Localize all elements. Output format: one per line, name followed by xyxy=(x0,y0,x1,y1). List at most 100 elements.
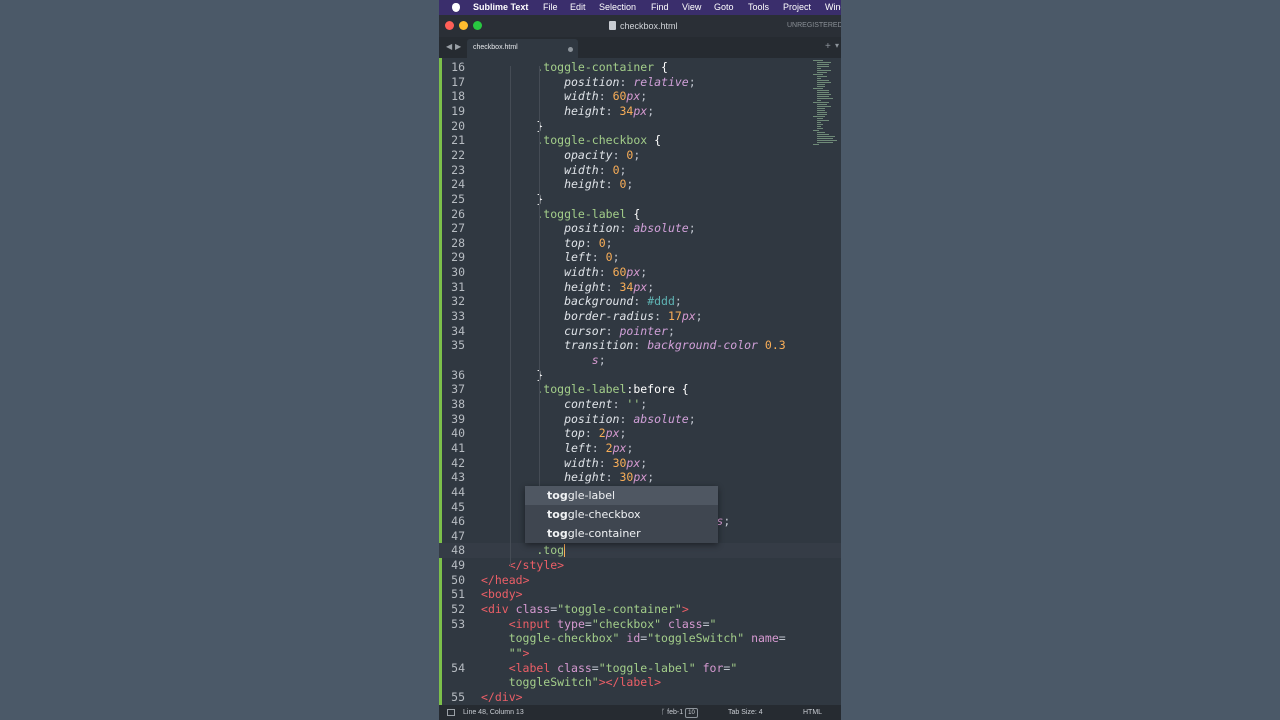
code-text[interactable]: <input type="checkbox" class=" xyxy=(481,617,717,632)
line-number[interactable]: 31 xyxy=(439,280,465,295)
line-number[interactable]: 38 xyxy=(439,397,465,412)
code-text[interactable]: width: 30px; xyxy=(481,456,647,471)
code-line[interactable]: ""> xyxy=(439,646,841,661)
code-text[interactable]: <body> xyxy=(481,587,523,602)
code-text[interactable]: transition: background-color 0.3 xyxy=(481,338,786,353)
code-line[interactable]: 53 <input type="checkbox" class=" xyxy=(439,617,841,632)
code-text[interactable]: ""> xyxy=(481,646,530,661)
unsaved-dot-icon[interactable] xyxy=(568,47,573,52)
code-text[interactable]: } xyxy=(481,368,543,383)
code-text[interactable]: content: ''; xyxy=(481,397,647,412)
code-text[interactable]: position: absolute; xyxy=(481,412,696,427)
code-line[interactable]: 49 </style> xyxy=(439,558,841,573)
autocomplete-item[interactable]: toggle-checkbox xyxy=(525,505,718,524)
code-line[interactable]: 36 } xyxy=(439,368,841,383)
line-number[interactable]: 39 xyxy=(439,412,465,427)
line-number[interactable]: 49 xyxy=(439,558,465,573)
menu-window[interactable]: Wind xyxy=(825,0,841,15)
line-number[interactable]: 42 xyxy=(439,456,465,471)
panel-toggle-icon[interactable] xyxy=(447,709,455,716)
code-line[interactable]: 24 height: 0; xyxy=(439,177,841,192)
line-number[interactable]: 51 xyxy=(439,587,465,602)
code-text[interactable]: toggleSwitch"></label> xyxy=(481,675,661,690)
code-line[interactable]: 26 .toggle-label { xyxy=(439,207,841,222)
line-number[interactable]: 46 xyxy=(439,514,465,529)
line-number[interactable]: 45 xyxy=(439,500,465,515)
code-text[interactable]: height: 30px; xyxy=(481,470,654,485)
code-text[interactable]: width: 0; xyxy=(481,163,626,178)
code-line[interactable]: 54 <label class="toggle-label" for=" xyxy=(439,661,841,676)
code-text[interactable]: .toggle-checkbox { xyxy=(481,133,661,148)
line-number[interactable]: 50 xyxy=(439,573,465,588)
code-text[interactable]: border-radius: 17px; xyxy=(481,309,703,324)
code-line[interactable]: 38 content: ''; xyxy=(439,397,841,412)
code-line[interactable]: 35 transition: background-color 0.3 xyxy=(439,338,841,353)
code-line[interactable]: 18 width: 60px; xyxy=(439,89,841,104)
line-number[interactable]: 18 xyxy=(439,89,465,104)
line-number[interactable]: 41 xyxy=(439,441,465,456)
code-line[interactable]: 34 cursor: pointer; xyxy=(439,324,841,339)
code-line[interactable]: 51 <body> xyxy=(439,587,841,602)
code-line[interactable]: 40 top: 2px; xyxy=(439,426,841,441)
code-text[interactable]: .tog xyxy=(481,543,566,558)
menu-goto[interactable]: Goto xyxy=(714,0,734,15)
line-number[interactable]: 53 xyxy=(439,617,465,632)
autocomplete-item[interactable]: toggle-label xyxy=(525,486,718,505)
menu-file[interactable]: File xyxy=(543,0,558,15)
menu-app-name[interactable]: Sublime Text xyxy=(473,0,528,15)
code-text[interactable]: left: 2px; xyxy=(481,441,633,456)
menu-find[interactable]: Find xyxy=(651,0,669,15)
line-number[interactable]: 33 xyxy=(439,309,465,324)
line-number[interactable]: 52 xyxy=(439,602,465,617)
line-number[interactable]: 43 xyxy=(439,470,465,485)
code-text[interactable]: top: 0; xyxy=(481,236,613,251)
line-number[interactable]: 30 xyxy=(439,265,465,280)
code-line[interactable]: 23 width: 0; xyxy=(439,163,841,178)
line-number[interactable]: 24 xyxy=(439,177,465,192)
line-number[interactable]: 16 xyxy=(439,60,465,75)
code-line[interactable]: toggle-checkbox" id="toggleSwitch" name= xyxy=(439,631,841,646)
code-line[interactable]: 43 height: 30px; xyxy=(439,470,841,485)
code-text[interactable]: toggle-checkbox" id="toggleSwitch" name= xyxy=(481,631,786,646)
line-number[interactable]: 47 xyxy=(439,529,465,544)
code-line[interactable]: 37 .toggle-label:before { xyxy=(439,382,841,397)
menu-selection[interactable]: Selection xyxy=(599,0,636,15)
code-line[interactable]: 19 height: 34px; xyxy=(439,104,841,119)
tab-checkbox-html[interactable]: checkbox.html xyxy=(467,39,578,58)
line-number[interactable]: 36 xyxy=(439,368,465,383)
code-text[interactable]: width: 60px; xyxy=(481,265,647,280)
code-text[interactable]: </style> xyxy=(481,558,564,573)
line-number[interactable]: 34 xyxy=(439,324,465,339)
code-line[interactable]: 29 left: 0; xyxy=(439,250,841,265)
autocomplete-item[interactable]: toggle-container xyxy=(525,524,718,543)
line-number[interactable]: 37 xyxy=(439,382,465,397)
code-line[interactable]: 17 position: relative; xyxy=(439,75,841,90)
code-text[interactable]: left: 0; xyxy=(481,250,619,265)
code-text[interactable]: background: #ddd; xyxy=(481,294,682,309)
menu-edit[interactable]: Edit xyxy=(570,0,586,15)
code-line[interactable]: 39 position: absolute; xyxy=(439,412,841,427)
code-line[interactable]: 27 position: absolute; xyxy=(439,221,841,236)
line-number[interactable]: 17 xyxy=(439,75,465,90)
code-text[interactable]: position: absolute; xyxy=(481,221,696,236)
apple-icon[interactable] xyxy=(451,0,461,15)
code-text[interactable]: opacity: 0; xyxy=(481,148,640,163)
code-text[interactable]: width: 60px; xyxy=(481,89,647,104)
line-number[interactable]: 44 xyxy=(439,485,465,500)
code-line[interactable]: 50 </head> xyxy=(439,573,841,588)
code-line[interactable]: toggleSwitch"></label> xyxy=(439,675,841,690)
code-text[interactable]: <div class="toggle-container"> xyxy=(481,602,689,617)
line-number[interactable]: 54 xyxy=(439,661,465,676)
line-number[interactable]: 23 xyxy=(439,163,465,178)
code-line[interactable]: 55 </div> xyxy=(439,690,841,705)
code-line[interactable]: s; xyxy=(439,353,841,368)
line-number[interactable]: 20 xyxy=(439,119,465,134)
code-line[interactable]: 41 left: 2px; xyxy=(439,441,841,456)
code-text[interactable]: <label class="toggle-label" for=" xyxy=(481,661,738,676)
close-window-button[interactable] xyxy=(445,21,454,30)
code-text[interactable]: height: 34px; xyxy=(481,280,654,295)
line-number[interactable]: 29 xyxy=(439,250,465,265)
code-text[interactable]: .toggle-label:before { xyxy=(481,382,688,397)
code-text[interactable]: </div> xyxy=(481,690,523,705)
cursor-position[interactable]: Line 48, Column 13 xyxy=(463,705,524,720)
